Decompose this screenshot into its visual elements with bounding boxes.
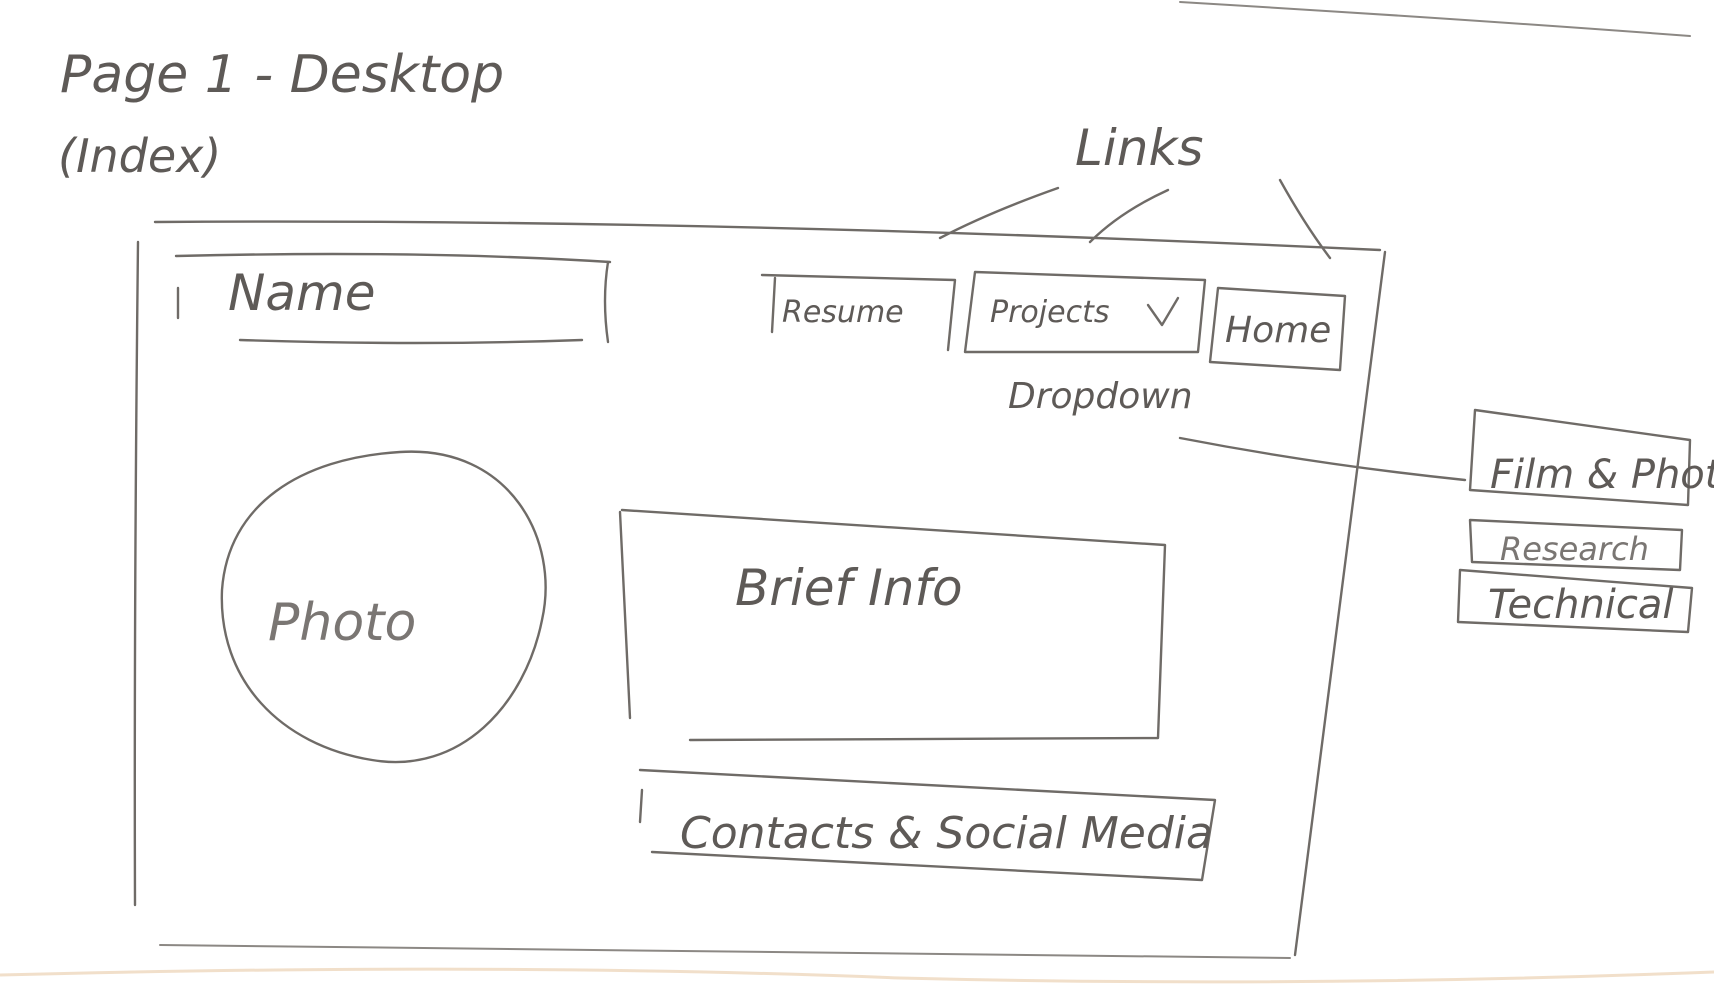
paper-edge-top	[1179, 1, 1691, 37]
links-pointer-resume	[938, 186, 1060, 240]
name-box-right	[603, 260, 610, 344]
frame-top-edge	[153, 220, 1382, 252]
contacts-label: Contacts & Social Media	[680, 808, 1213, 859]
name-box-top	[174, 252, 612, 264]
wireframe-sketch: Page 1 - Desktop (Index) Links Name Resu…	[0, 1, 1714, 984]
nav-projects[interactable]: Projects	[990, 295, 1109, 330]
dropdown-annotation: Dropdown	[1008, 376, 1193, 417]
chevron-down-icon[interactable]	[1146, 296, 1180, 327]
dropdown-pointer	[1178, 436, 1467, 482]
photo-label: Photo	[268, 593, 416, 653]
brief-info-label: Brief Info	[735, 559, 963, 617]
dropdown-item-research[interactable]: Research	[1500, 530, 1649, 568]
brief-info-box-left	[618, 510, 632, 720]
name-box-label: Name	[228, 264, 376, 322]
name-box-bottom	[238, 338, 584, 345]
nav-resume[interactable]: Resume	[782, 295, 904, 330]
paper-edge-bottom	[0, 967, 1714, 984]
dropdown-item-technical[interactable]: Technical	[1488, 582, 1674, 628]
page-title: Page 1 - Desktop	[60, 45, 504, 105]
frame-left-edge	[133, 240, 140, 907]
links-annotation: Links	[1075, 119, 1203, 177]
dropdown-item-film-photo[interactable]: Film & Photo	[1490, 452, 1714, 498]
contacts-box-left	[638, 788, 644, 824]
links-pointer-projects	[1088, 188, 1170, 244]
page-subtitle: (Index)	[58, 129, 221, 183]
nav-home[interactable]: Home	[1225, 310, 1331, 351]
nav-resume-box-left	[770, 276, 777, 334]
brief-info-box	[620, 508, 1167, 742]
frame-bottom-edge	[159, 944, 1291, 959]
